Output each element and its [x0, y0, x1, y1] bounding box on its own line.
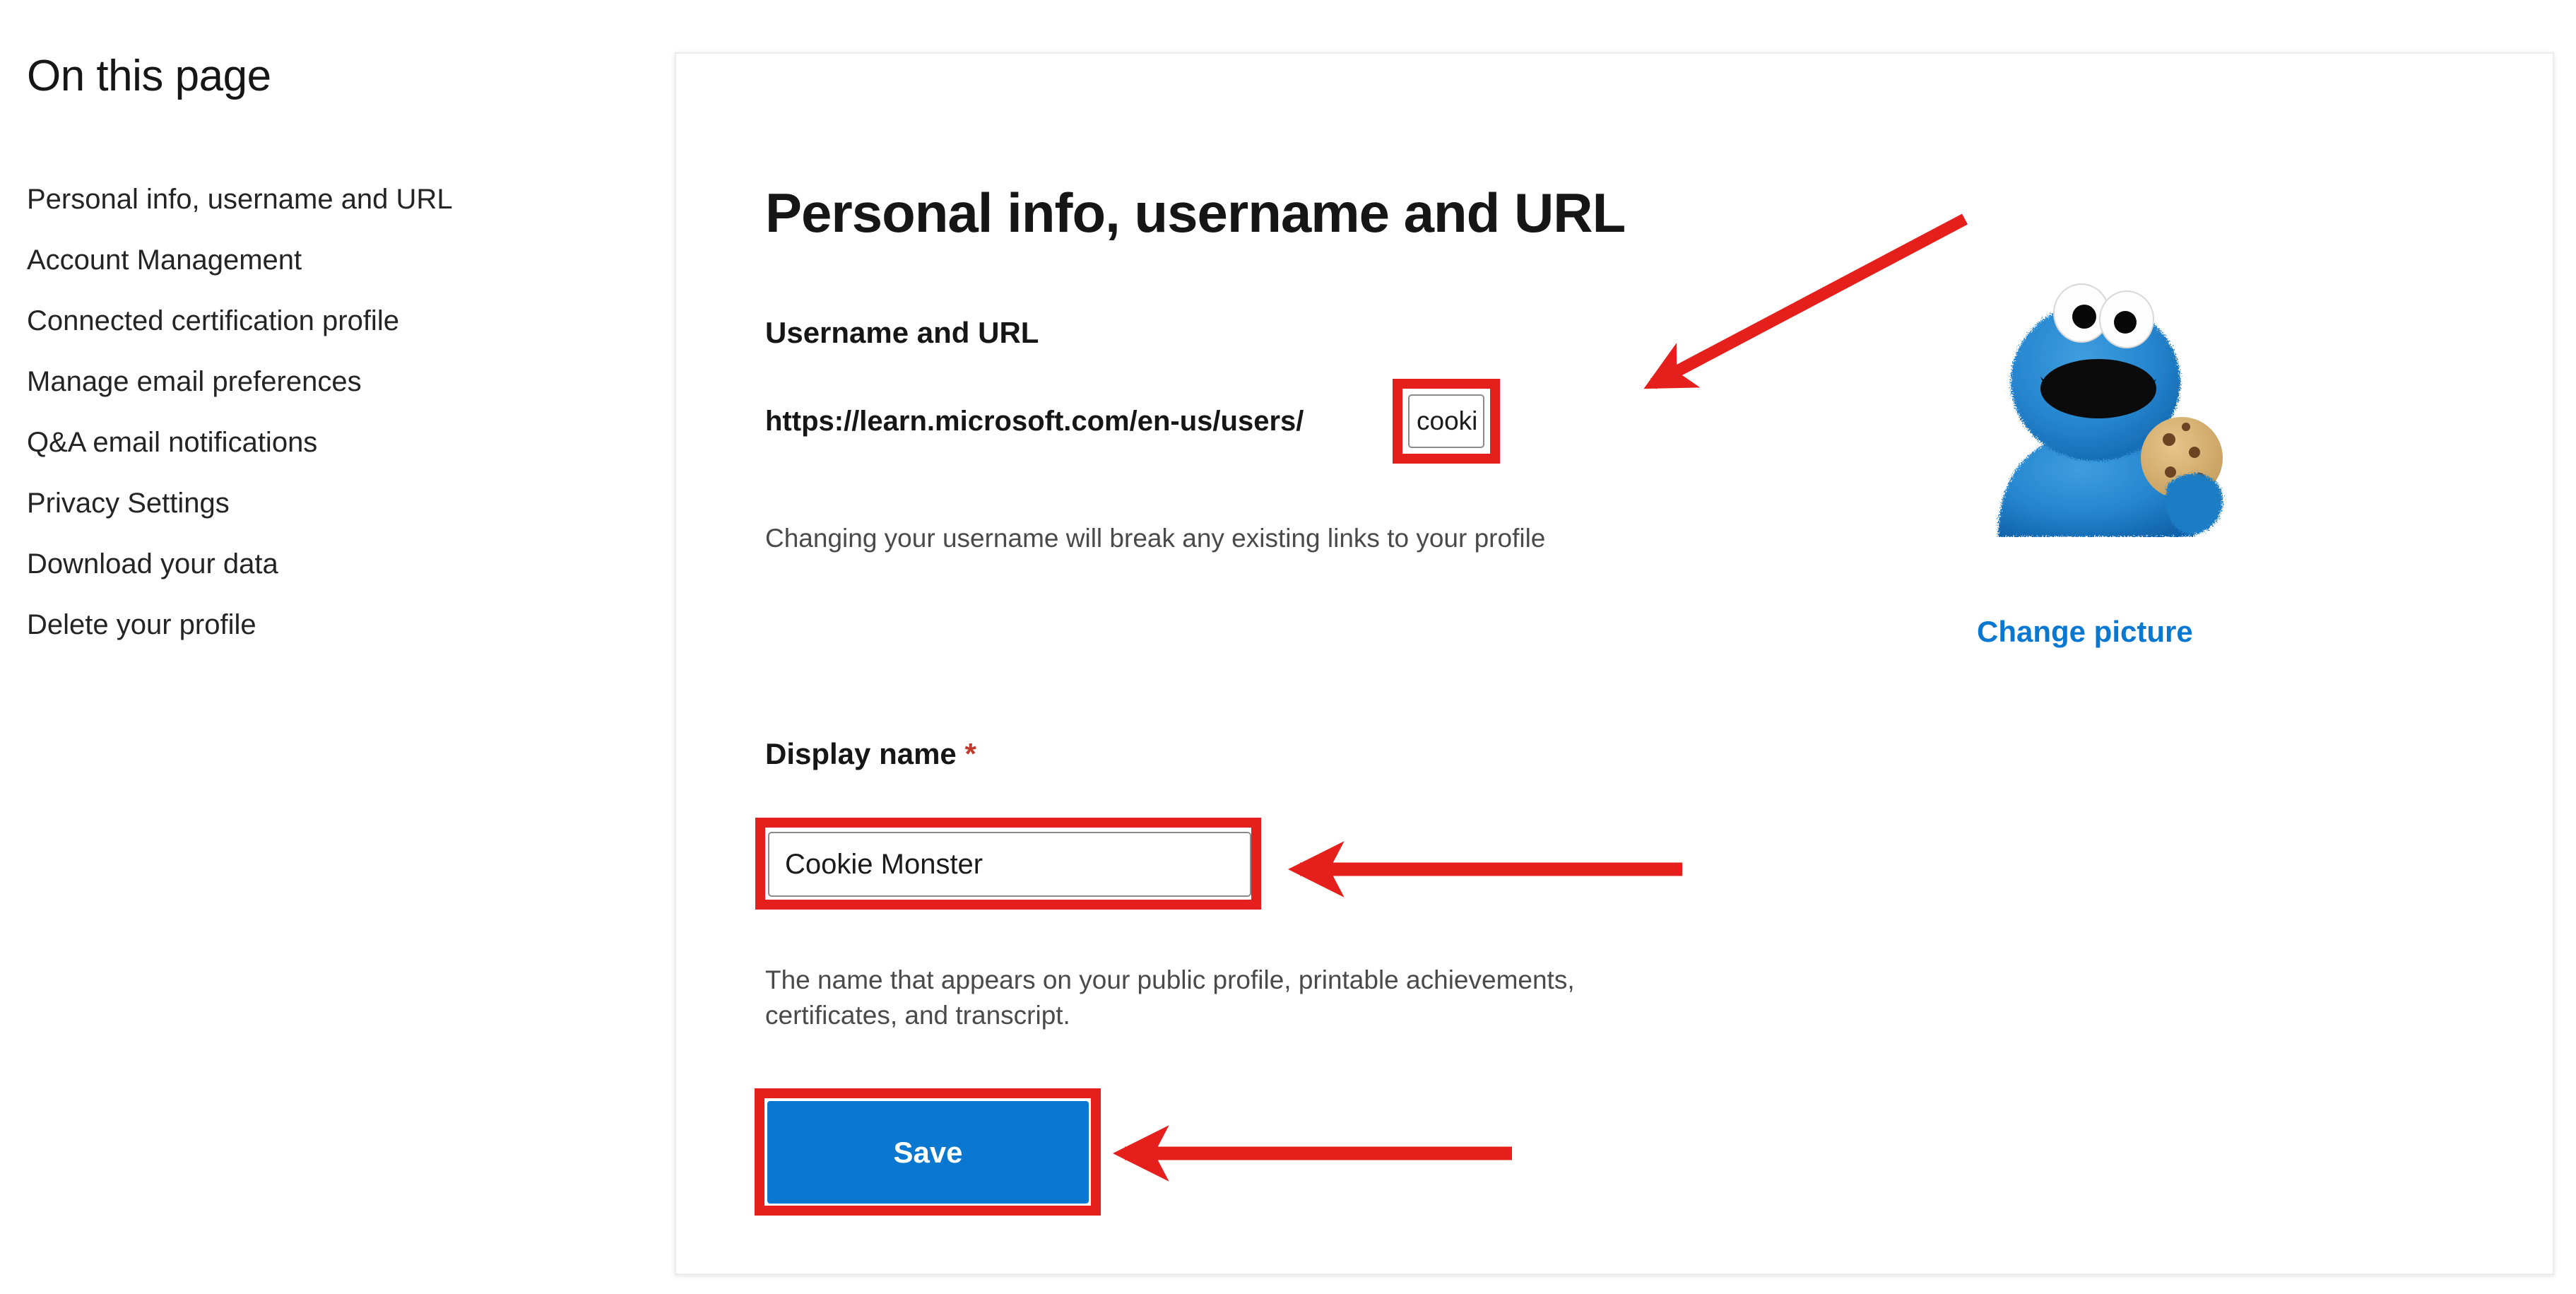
sidebar-item-personal-info[interactable]: Personal info, username and URL: [27, 185, 634, 213]
avatar-mouth-fill: [2040, 359, 2156, 418]
sidebar-item-qa-email-notifications[interactable]: Q&A email notifications: [27, 428, 634, 457]
profile-url-prefix: https://learn.microsoft.com/en-us/users/: [765, 406, 1304, 437]
sidebar-item-privacy-settings[interactable]: Privacy Settings: [27, 489, 634, 517]
sidebar-item-connected-certification-profile[interactable]: Connected certification profile: [27, 307, 634, 335]
sidebar-item-manage-email-preferences[interactable]: Manage email preferences: [27, 367, 634, 396]
sidebar-item-account-management[interactable]: Account Management: [27, 246, 634, 274]
display-name-input[interactable]: [768, 832, 1251, 897]
profile-url-row: https://learn.microsoft.com/en-us/users/: [765, 401, 1304, 441]
page-title: Personal info, username and URL: [765, 182, 1626, 245]
username-help-text: Changing your username will break any ex…: [765, 524, 1546, 553]
save-button[interactable]: Save: [767, 1101, 1089, 1204]
sidebar-nav-list: Personal info, username and URL Account …: [27, 185, 634, 671]
username-and-url-heading: Username and URL: [765, 315, 1039, 349]
avatar: [1998, 283, 2223, 537]
display-name-help-text: The name that appears on your public pro…: [765, 965, 1575, 1030]
sidebar-item-delete-your-profile[interactable]: Delete your profile: [27, 611, 634, 639]
display-name-label-text: Display name: [765, 737, 957, 770]
avatar-hand: [2166, 473, 2223, 535]
sidebar-item-download-your-data[interactable]: Download your data: [27, 550, 634, 578]
change-picture-link[interactable]: Change picture: [1977, 615, 2193, 649]
display-name-label: Display name *: [765, 737, 976, 771]
required-asterisk-icon: *: [964, 737, 976, 770]
on-this-page-sidebar: On this page Personal info, username and…: [0, 0, 664, 1294]
username-input[interactable]: [1408, 394, 1484, 448]
sidebar-title: On this page: [27, 52, 271, 100]
